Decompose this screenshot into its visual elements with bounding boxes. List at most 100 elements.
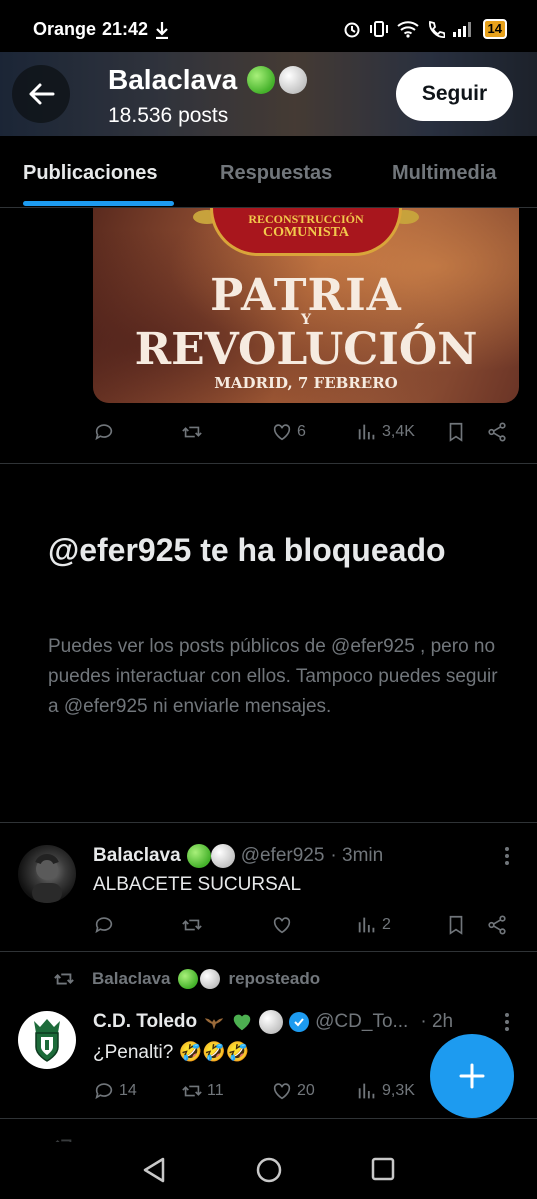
reply-icon — [95, 1083, 113, 1100]
divider — [0, 951, 537, 952]
author-handle[interactable]: @CD_To... — [315, 1011, 408, 1033]
club-crest-icon — [34, 1019, 60, 1062]
white-circle-emoji — [259, 1010, 284, 1034]
heart-icon — [273, 1083, 291, 1100]
verified-badge-icon — [289, 1012, 310, 1032]
views-icon — [358, 917, 375, 933]
post-media-image[interactable]: RECONSTRUCCIÓN COMUNISTA PATRIA Y REVOLU… — [93, 208, 519, 403]
avatar[interactable] — [18, 1011, 76, 1069]
nav-recents-button[interactable] — [370, 1156, 396, 1187]
bookmark-button[interactable] — [445, 421, 467, 443]
white-circle-emoji — [279, 66, 308, 94]
square-recents-icon — [371, 1157, 395, 1181]
posts-count: 18.536 posts — [108, 104, 229, 127]
tweet-header: C.D. Toledo @CD_To... · 2h — [93, 1010, 453, 1034]
divider — [0, 1118, 537, 1119]
author-name[interactable]: Balaclava — [93, 845, 181, 867]
triangle-back-icon — [143, 1157, 165, 1183]
author-handle[interactable]: @efer925 — [241, 845, 325, 867]
repost-indicator[interactable]: Balaclava reposteado — [52, 968, 320, 990]
compose-post-button[interactable] — [430, 1034, 514, 1118]
share-button[interactable] — [486, 421, 508, 443]
views-button[interactable]: 2 — [356, 914, 391, 936]
repost-icon — [182, 426, 202, 438]
white-circle-emoji — [210, 844, 235, 868]
views-button[interactable]: 9,3K — [356, 1080, 415, 1102]
circle-home-icon — [256, 1157, 282, 1183]
views-count: 3,4K — [382, 423, 415, 440]
reply-button[interactable]: 14 — [93, 1080, 137, 1102]
share-icon — [488, 915, 506, 935]
like-button[interactable] — [271, 914, 293, 936]
tweet-time: · 2h — [420, 1011, 454, 1032]
blocked-title: @efer925 te ha bloqueado — [48, 532, 446, 568]
repost-button[interactable] — [181, 421, 203, 443]
carrier-label: Orange — [33, 19, 97, 39]
nav-back-button[interactable] — [141, 1156, 167, 1189]
bookmark-button[interactable] — [445, 914, 467, 936]
arrow-left-icon — [29, 83, 55, 105]
like-button[interactable]: 20 — [271, 1080, 315, 1102]
more-options-button[interactable] — [505, 847, 511, 865]
repost-button[interactable]: 11 — [181, 1080, 224, 1102]
like-button[interactable]: 6 — [271, 421, 306, 443]
white-circle-emoji — [200, 969, 221, 989]
back-button[interactable] — [12, 65, 70, 123]
tab-respuestas[interactable]: Respuestas — [220, 162, 332, 185]
tweet-text: ALBACETE SUCURSAL — [93, 874, 302, 895]
download-icon — [156, 21, 169, 39]
blocked-description: Puedes ver los posts públicos de @efer92… — [48, 636, 498, 717]
divider — [0, 463, 537, 464]
like-count: 20 — [297, 1082, 315, 1099]
profile-header: Balaclava 18.536 posts Seguir — [0, 52, 537, 136]
reply-icon — [95, 917, 113, 934]
repost-button[interactable] — [181, 914, 203, 936]
views-icon — [358, 1083, 375, 1099]
reply-count: 14 — [119, 1082, 137, 1099]
green-circle-emoji — [186, 844, 211, 868]
repost-icon — [54, 973, 74, 985]
avatar[interactable] — [18, 845, 76, 903]
more-options-button[interactable] — [505, 1013, 511, 1031]
heart-icon — [273, 424, 291, 441]
signal-icon — [452, 22, 471, 37]
heart-icon — [273, 917, 291, 934]
vibrate-icon — [369, 21, 388, 37]
post-actions: 6 3,4K — [93, 418, 513, 446]
status-bar: Orange 21:42 14 — [0, 0, 537, 52]
views-count: 2 — [382, 916, 391, 933]
divider — [0, 822, 537, 823]
views-button[interactable]: 3,4K — [356, 421, 415, 443]
reply-button[interactable] — [93, 914, 115, 936]
image-text-date: MADRID, 7 FEBRERO — [214, 374, 398, 392]
views-count: 9,3K — [382, 1082, 415, 1099]
like-count: 6 — [297, 423, 306, 440]
wifi-icon — [396, 21, 419, 38]
battery-indicator: 14 — [482, 19, 507, 39]
green-circle-emoji — [247, 66, 276, 94]
profile-name: Balaclava — [108, 64, 308, 96]
share-button[interactable] — [486, 914, 508, 936]
author-name[interactable]: C.D. Toledo — [93, 1011, 197, 1033]
tweet-header: Balaclava @efer925 · 3min — [93, 844, 383, 868]
tweet-text: ¿Penalti? 🤣🤣🤣 — [93, 1042, 250, 1063]
reply-icon — [95, 424, 113, 441]
tweet-time: · 3min — [330, 845, 384, 866]
green-circle-emoji — [178, 969, 199, 989]
image-banner: RECONSTRUCCIÓN COMUNISTA — [210, 208, 402, 256]
alarm-icon — [344, 22, 360, 38]
profile-tabs: Publicaciones Respuestas Multimedia — [0, 136, 537, 208]
reply-button[interactable] — [93, 421, 115, 443]
tab-publicaciones[interactable]: Publicaciones — [23, 162, 158, 185]
repost-count: 11 — [207, 1082, 224, 1099]
tab-multimedia[interactable]: Multimedia — [392, 162, 496, 185]
views-icon — [358, 424, 375, 440]
follow-button[interactable]: Seguir — [396, 67, 513, 121]
bookmark-icon — [449, 915, 463, 935]
nav-home-button[interactable] — [255, 1156, 283, 1189]
share-icon — [488, 422, 506, 442]
green-heart-icon — [233, 1014, 251, 1031]
bookmark-icon — [449, 422, 463, 442]
call-icon — [428, 20, 445, 38]
active-tab-indicator — [23, 201, 174, 206]
